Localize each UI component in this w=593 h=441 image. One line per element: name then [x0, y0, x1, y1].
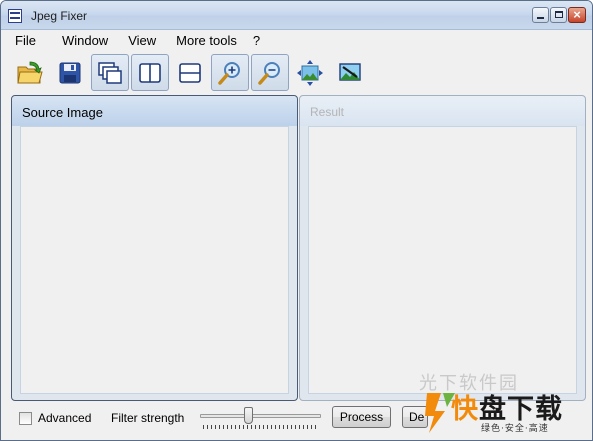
window-controls: × — [532, 7, 586, 23]
menu-window[interactable]: Window — [54, 33, 116, 48]
process-button[interactable]: Process — [332, 406, 391, 428]
watermark-tagline: 绿色·安全·高速 — [481, 421, 549, 434]
tile-vertical-icon — [138, 61, 162, 85]
watermark: 快盘下载 绿色·安全·高速 — [421, 387, 593, 441]
filter-strength-label: Filter strength — [111, 411, 184, 425]
menu-help[interactable]: ? — [245, 33, 268, 48]
source-image-panel: Source Image — [11, 95, 298, 401]
menu-bar: File Window View More tools ? — [1, 30, 592, 51]
tile-horizontal-button[interactable] — [171, 54, 209, 91]
image-edit-icon — [337, 61, 363, 85]
title-bar[interactable]: Jpeg Fixer × — [1, 1, 592, 30]
maximize-button[interactable] — [550, 7, 567, 23]
app-window: Jpeg Fixer × File Window View More tools… — [0, 0, 593, 441]
maximize-icon — [555, 11, 563, 18]
menu-more-tools[interactable]: More tools — [168, 33, 245, 48]
open-button[interactable] — [11, 54, 49, 91]
window-title: Jpeg Fixer — [31, 9, 87, 23]
tile-horizontal-icon — [178, 61, 202, 85]
close-icon: × — [569, 7, 585, 22]
zoom-out-button[interactable] — [251, 54, 289, 91]
zoom-out-icon — [257, 60, 283, 86]
tile-vertical-button[interactable] — [131, 54, 169, 91]
toolbar — [1, 52, 592, 93]
save-icon — [58, 61, 82, 85]
cascade-windows-button[interactable] — [91, 54, 129, 91]
result-image-area[interactable] — [308, 126, 577, 394]
result-header: Result — [300, 96, 585, 126]
slider-ticks — [203, 425, 319, 429]
minimize-button[interactable] — [532, 7, 549, 23]
fit-to-window-button[interactable] — [291, 54, 329, 91]
save-button[interactable] — [51, 54, 89, 91]
advanced-checkbox[interactable] — [19, 412, 32, 425]
fit-to-window-icon — [296, 59, 324, 87]
cascade-windows-icon — [97, 61, 123, 85]
minimize-icon — [537, 17, 544, 19]
zoom-in-icon — [217, 60, 243, 86]
filter-strength-slider-track[interactable] — [200, 414, 321, 418]
menu-view[interactable]: View — [120, 33, 164, 48]
image-edit-button[interactable] — [331, 54, 369, 91]
menu-file[interactable]: File — [7, 33, 44, 48]
app-icon[interactable] — [8, 9, 22, 23]
result-panel: Result — [299, 95, 586, 401]
zoom-in-button[interactable] — [211, 54, 249, 91]
source-image-area[interactable] — [20, 126, 289, 394]
close-button[interactable]: × — [568, 7, 586, 23]
advanced-label: Advanced — [38, 411, 91, 425]
source-image-header: Source Image — [12, 96, 297, 126]
filter-strength-slider-thumb[interactable] — [244, 407, 253, 424]
watermark-brand-first: 快 — [451, 394, 479, 425]
open-folder-icon — [16, 60, 44, 86]
